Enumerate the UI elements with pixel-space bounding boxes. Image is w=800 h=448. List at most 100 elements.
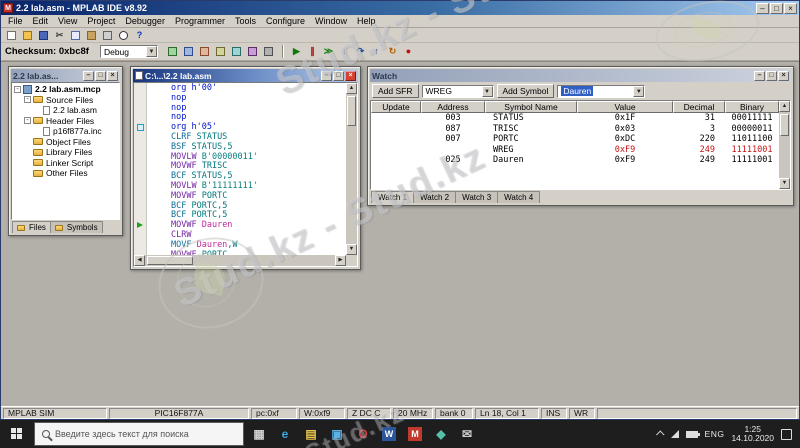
minimize-button[interactable]: – [756,3,769,14]
menu-edit[interactable]: Edit [28,16,54,26]
menu-help[interactable]: Help [352,16,381,26]
word-icon[interactable]: W [376,420,402,448]
watch-row[interactable]: 087TRISC0x03300000011 [371,124,779,135]
watch-tab-1[interactable]: Watch 1 [371,191,414,203]
watch-column-address[interactable]: Address [421,101,485,113]
animate-icon[interactable]: ≫ [321,45,336,58]
step-into-icon[interactable]: ↓ [337,45,352,58]
store-icon[interactable]: ▣ [324,420,350,448]
minimize-button[interactable]: – [754,71,765,81]
step-out-icon[interactable]: ↑ [369,45,384,58]
build-mode-select[interactable]: Debug ▼ [100,45,158,58]
opera-icon[interactable]: O [350,420,376,448]
menu-window[interactable]: Window [310,16,352,26]
watch-row[interactable]: 007PORTC0xDC22011011100 [371,134,779,145]
menu-programmer[interactable]: Programmer [170,16,230,26]
hidden-icons-chevron-icon[interactable] [656,430,664,438]
add-sfr-button[interactable]: Add SFR [372,84,419,98]
close-button[interactable]: × [107,71,118,81]
breakpoint-icon[interactable]: ● [401,45,416,58]
find-icon[interactable] [116,29,131,42]
view-file-registers-icon[interactable] [181,45,196,58]
tree-item-library-files[interactable]: Library Files [12,147,119,158]
watch-tab-4[interactable]: Watch 4 [497,191,540,203]
view-trace-icon[interactable] [245,45,260,58]
edge-icon[interactable]: e [272,420,298,448]
watch-column-decimal[interactable]: Decimal [673,101,725,113]
view-sfr-icon[interactable] [197,45,212,58]
menu-tools[interactable]: Tools [230,16,261,26]
watch-row[interactable]: 025Dauren0xF924911111001 [371,155,779,166]
watch-tab-2[interactable]: Watch 2 [413,191,456,203]
tree-item-other-files[interactable]: Other Files [12,168,119,179]
watch-row[interactable]: 003STATUS0x1F3100011111 [371,113,779,124]
watch-column-symbol-name[interactable]: Symbol Name [485,101,577,113]
watch-column-value[interactable]: Value [577,101,673,113]
paste-icon[interactable] [84,29,99,42]
tree-expander-icon[interactable]: - [24,117,31,124]
maximize-button[interactable]: □ [333,71,344,81]
scroll-down-icon[interactable]: ▼ [346,244,357,255]
menu-project[interactable]: Project [82,16,120,26]
menu-view[interactable]: View [53,16,82,26]
watch-titlebar[interactable]: Watch – □ × [370,69,791,82]
language-indicator[interactable]: ENG [705,429,725,439]
scroll-right-icon[interactable]: ▶ [335,255,346,266]
halt-icon[interactable]: ∥ [305,45,320,58]
maximize-button[interactable]: □ [770,3,783,14]
editor-hscrollbar[interactable]: ◀ ▶ [134,255,346,266]
file-explorer-icon[interactable]: ▤ [298,420,324,448]
start-button[interactable] [0,420,34,448]
watch-row[interactable]: WREG0xF924911111001 [371,145,779,156]
maximize-button[interactable]: □ [95,71,106,81]
view-stopwatch-icon[interactable] [229,45,244,58]
scroll-down-icon[interactable]: ▼ [779,178,790,189]
view-watch-icon[interactable] [213,45,228,58]
tree-item-2-2-lab-asm-mcp[interactable]: -2.2 lab.asm.mcp [12,84,119,95]
vscroll-thumb[interactable] [780,114,789,136]
tree-item-header-files[interactable]: -Header Files [12,116,119,127]
step-over-icon[interactable]: ↷ [353,45,368,58]
editor-gutter[interactable] [134,83,147,255]
print-icon[interactable] [100,29,115,42]
photos-icon[interactable]: ◆ [428,420,454,448]
menu-configure[interactable]: Configure [261,16,310,26]
scroll-left-icon[interactable]: ◀ [134,255,145,266]
menu-debugger[interactable]: Debugger [120,16,170,26]
watch-column-update[interactable]: Update [371,101,421,113]
cut-icon[interactable]: ✂ [52,29,67,42]
minimize-button[interactable]: – [321,71,332,81]
watch-vscrollbar[interactable]: ▲ ▼ [779,101,790,189]
tree-expander-icon[interactable]: - [14,86,21,93]
add-symbol-button[interactable]: Add Symbol [497,84,555,98]
tree-expander-icon[interactable]: - [24,96,31,103]
reset-icon[interactable]: ↻ [385,45,400,58]
tree-item-object-files[interactable]: Object Files [12,137,119,148]
hscroll-thumb[interactable] [147,256,193,265]
scroll-up-icon[interactable]: ▲ [346,83,357,94]
tree-item-source-files[interactable]: -Source Files [12,95,119,106]
view-memory-icon[interactable] [261,45,276,58]
tree-item-2-2-lab-asm[interactable]: 2.2 lab.asm [12,105,119,116]
vscroll-thumb[interactable] [347,96,356,126]
tree-item-linker-script[interactable]: Linker Script [12,158,119,169]
symbol-select[interactable]: Dauren ▼ [557,85,645,98]
watch-column-binary[interactable]: Binary [725,101,779,113]
new-file-icon[interactable] [4,29,19,42]
close-button[interactable]: × [784,3,797,14]
scroll-up-icon[interactable]: ▲ [779,101,790,112]
action-center-icon[interactable] [781,429,792,440]
save-file-icon[interactable] [36,29,51,42]
watch-tab-3[interactable]: Watch 3 [455,191,498,203]
project-tab-files[interactable]: Files [12,221,51,233]
sfr-select[interactable]: WREG ▼ [422,85,494,98]
mail-icon[interactable]: ✉ [454,420,480,448]
taskbar-search[interactable]: Введите здесь текст для поиска [34,422,244,446]
copy-icon[interactable] [68,29,83,42]
editor-vscrollbar[interactable]: ▲ ▼ [346,83,357,255]
task-view-icon[interactable]: ▦ [246,420,272,448]
open-folder-icon[interactable] [20,29,35,42]
project-titlebar[interactable]: 2.2 lab.as... – □ × [11,69,120,82]
close-button[interactable]: × [778,71,789,81]
menu-file[interactable]: File [3,16,28,26]
